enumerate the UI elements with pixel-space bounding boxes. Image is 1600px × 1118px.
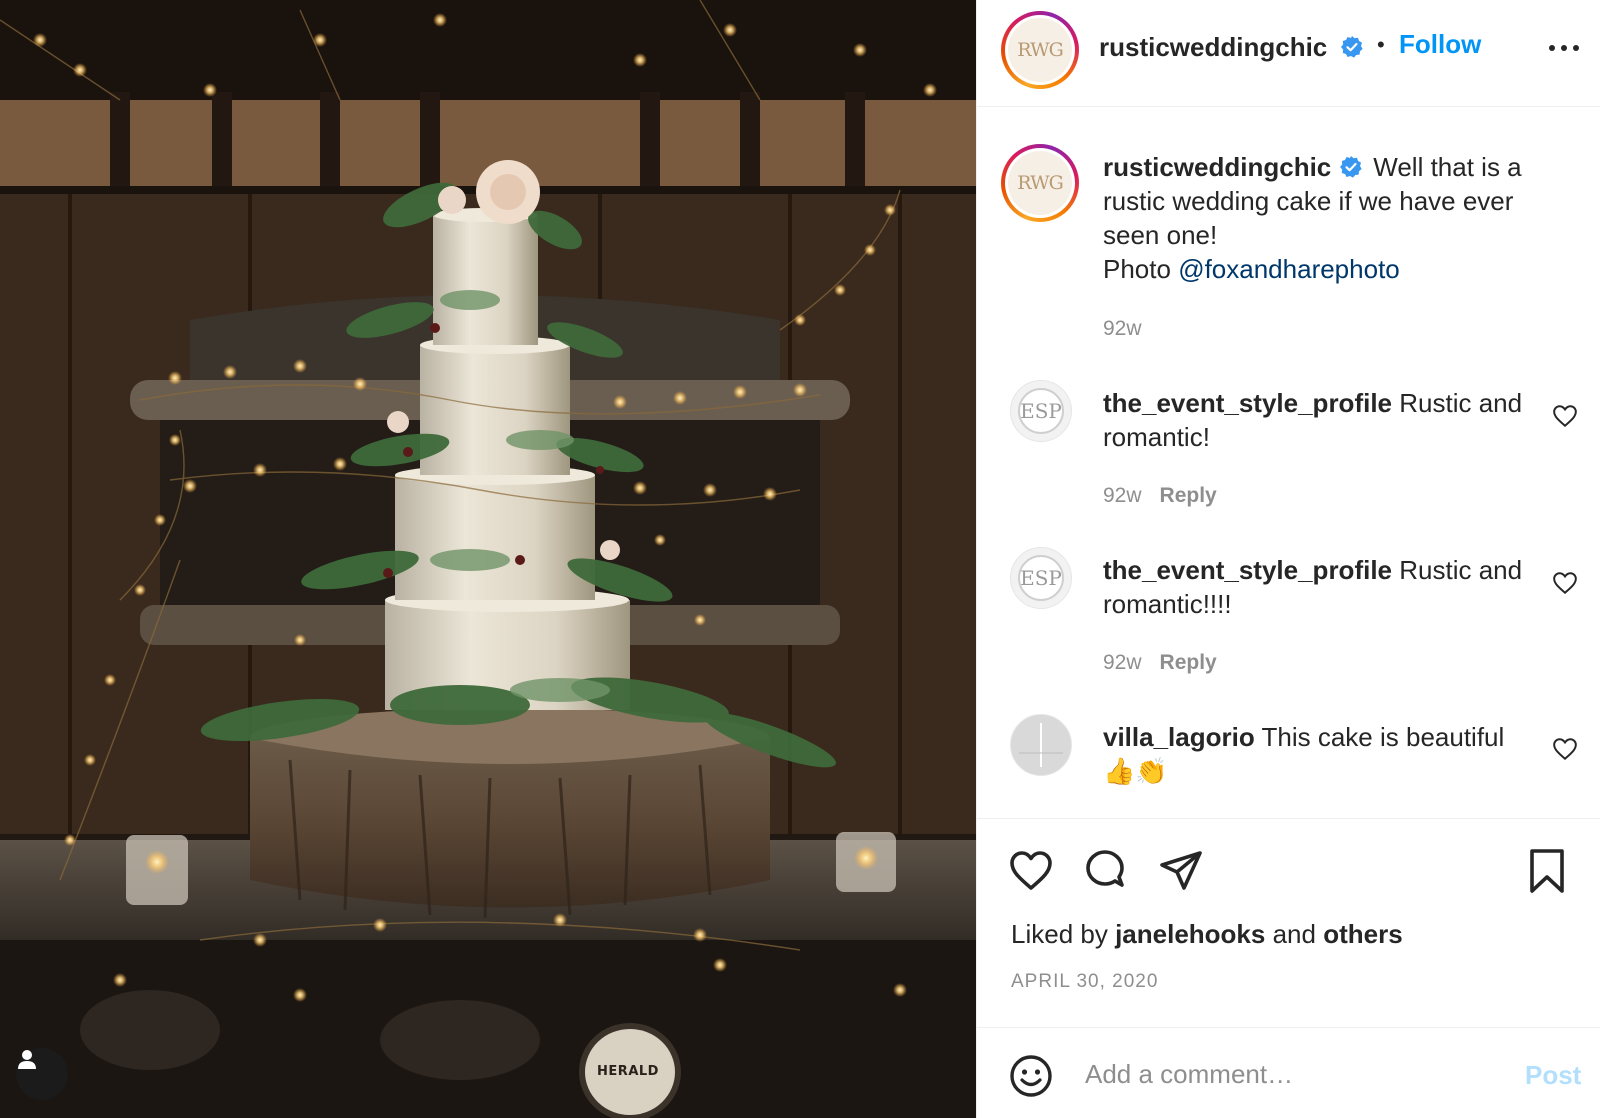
post-date[interactable]: APRIL 30, 2020 (1011, 971, 1158, 993)
person-icon (18, 1050, 36, 1069)
comment-username[interactable]: the_event_style_profile (1103, 555, 1392, 585)
bookmark-icon[interactable] (1523, 847, 1571, 895)
comment-like-heart-icon[interactable] (1552, 403, 1578, 429)
commenter-avatar[interactable]: ESP (1010, 380, 1072, 442)
likes-and: and (1272, 919, 1316, 949)
comment-body: the_event_style_profile Rustic and roman… (1103, 553, 1533, 621)
follow-button[interactable]: Follow (1399, 29, 1481, 60)
post-header: RWG rusticweddingchic • Follow (977, 0, 1600, 107)
author-username[interactable]: rusticweddingchic (1099, 32, 1327, 62)
likes-others-link[interactable]: others (1323, 919, 1402, 949)
comment-timestamp[interactable]: 92w (1103, 651, 1142, 674)
comment-like-heart-icon[interactable] (1552, 570, 1578, 596)
verified-badge-icon (1340, 36, 1363, 58)
more-horizontal-icon[interactable] (1544, 36, 1584, 60)
post-photo[interactable]: HERALD (0, 0, 976, 1118)
reply-button[interactable]: Reply (1160, 484, 1217, 507)
comment-timestamp[interactable]: 92w (1103, 484, 1142, 507)
paper-plane-icon[interactable] (1157, 847, 1205, 895)
commenter-avatar-logo: ESP (1018, 388, 1064, 434)
stove-badge-text: HERALD (597, 1064, 659, 1079)
author-avatar-logo: RWG (1008, 18, 1072, 82)
comment-username[interactable]: the_event_style_profile (1103, 388, 1392, 418)
comment-input[interactable] (1085, 1052, 1475, 1096)
caption-photo-prefix: Photo (1103, 254, 1171, 284)
smiley-icon[interactable] (1009, 1054, 1053, 1098)
reply-button[interactable]: Reply (1160, 651, 1217, 674)
comment-emojis: 👍👏 (1103, 756, 1168, 786)
post-actions-section: Liked by janelehooks and others APRIL 30… (977, 818, 1600, 1028)
comment-meta: 92w Reply (1103, 651, 1217, 675)
comment-icon[interactable] (1081, 847, 1129, 895)
caption-author-avatar[interactable]: RWG (1001, 144, 1079, 222)
caption-username[interactable]: rusticweddingchic (1103, 152, 1331, 182)
author-avatar[interactable]: RWG (1001, 11, 1079, 89)
add-comment-bar: Post (977, 1030, 1600, 1118)
comment-username[interactable]: villa_lagorio (1103, 722, 1255, 752)
comment-meta: 92w Reply (1103, 484, 1217, 508)
caption-mention-link[interactable]: @foxandharephoto (1178, 254, 1400, 284)
post-comment-button[interactable]: Post (1525, 1060, 1581, 1091)
comment-text: This cake is beautiful (1261, 722, 1505, 752)
likes-prefix: Liked by (1011, 919, 1108, 949)
commenter-avatar-graphic (1019, 723, 1063, 767)
commenter-avatar[interactable] (1010, 714, 1072, 776)
post-details-panel: RWG rusticweddingchic • Follow RWG rusti… (976, 0, 1600, 1118)
likes-user-link[interactable]: janelehooks (1115, 919, 1265, 949)
commenter-avatar-logo: ESP (1018, 555, 1064, 601)
commenter-avatar[interactable]: ESP (1010, 547, 1072, 609)
comment-like-heart-icon[interactable] (1552, 736, 1578, 762)
comment-body: the_event_style_profile Rustic and roman… (1103, 386, 1533, 454)
caption-avatar-logo: RWG (1008, 151, 1072, 215)
author-username-row: rusticweddingchic (1099, 32, 1364, 63)
post-caption: rusticweddingchic Well that is a rustic … (1103, 150, 1563, 286)
header-separator: • (1377, 32, 1385, 57)
verified-badge-icon (1340, 156, 1362, 178)
caption-timestamp[interactable]: 92w (1103, 317, 1142, 341)
likes-summary: Liked by janelehooks and others (1011, 919, 1403, 950)
user-tags-button[interactable] (16, 1048, 68, 1100)
comment-body: villa_lagorio This cake is beautiful 👍👏 (1103, 720, 1533, 788)
heart-icon[interactable] (1007, 847, 1055, 895)
cake-photo-illustration (0, 0, 976, 1118)
